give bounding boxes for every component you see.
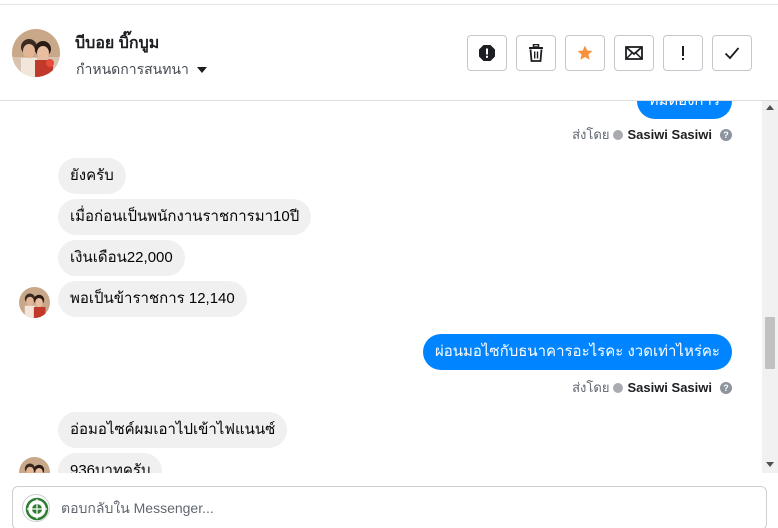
help-icon[interactable]: ? [720,381,732,394]
incoming-message: พอเป็นข้าราชการ 12,140 [58,281,247,317]
thread-scrollbar[interactable] [762,101,778,473]
scroll-thumb[interactable] [765,317,775,369]
star-button[interactable] [565,35,605,71]
conversation-header: บีบอย บิ๊กบูม กำหนดการสนทนา [0,5,778,101]
incoming-message: ยังครับ [58,158,126,194]
incoming-message: อ่อมอไซค์ผมเอาไปเข้าไฟแนนซ์ [58,412,288,448]
sender-avatar[interactable] [19,287,50,318]
help-icon[interactable]: ? [720,128,732,141]
trash-icon [529,44,543,62]
checkmark-icon [724,47,740,60]
sent-by-line: ส่งโดย Sasiwi Sasiwi ? [572,124,732,145]
conversation-schedule-dropdown[interactable]: กำหนดการสนทนา [76,59,207,81]
conversation-toolbar [467,35,752,71]
outgoing-message: ผ่อนมอไซกับธนาคารอะไรคะ งวดเท่าไหร่คะ [422,334,732,370]
mark-spam-button[interactable] [467,35,507,71]
mark-done-button[interactable] [712,35,752,71]
envelope-icon [625,46,643,60]
exclamation-icon [682,46,684,60]
reply-composer [12,486,767,528]
message-thread: ทีมต้องการ ส่งโดย Sasiwi Sasiwi ? ยังครั… [0,101,762,473]
sender-name[interactable]: Sasiwi Sasiwi [627,380,712,395]
star-icon [577,45,593,60]
verified-icon [613,382,624,393]
incoming-message: เงินเดือน22,000 [58,240,185,276]
delete-button[interactable] [516,35,556,71]
incoming-message: เมื่อก่อนเป็นพนักงานราชการมา10ปี [58,199,312,235]
sender-name[interactable]: Sasiwi Sasiwi [627,127,712,142]
conversation-schedule-label: กำหนดการสนทนา [76,61,189,77]
contact-name: บีบอย บิ๊กบูม [75,35,160,52]
contact-avatar[interactable] [12,29,60,77]
page-logo-icon [22,494,50,522]
sent-by-label: ส่งโดย [572,127,610,142]
alert-octagon-icon [479,45,495,61]
verified-icon [613,129,624,140]
outgoing-message: ทีมต้องการ [636,101,732,119]
sent-by-line: ส่งโดย Sasiwi Sasiwi ? [572,377,732,398]
sender-avatar[interactable] [19,457,50,473]
scroll-up-arrow-icon[interactable] [766,105,774,110]
caret-down-icon [196,67,207,73]
incoming-message: 936บาทครับ [58,453,163,473]
mark-important-button[interactable] [663,35,703,71]
sent-by-label: ส่งโดย [572,380,610,395]
reply-input[interactable] [61,497,741,519]
scroll-down-arrow-icon[interactable] [766,462,774,467]
mark-unread-button[interactable] [614,35,654,71]
